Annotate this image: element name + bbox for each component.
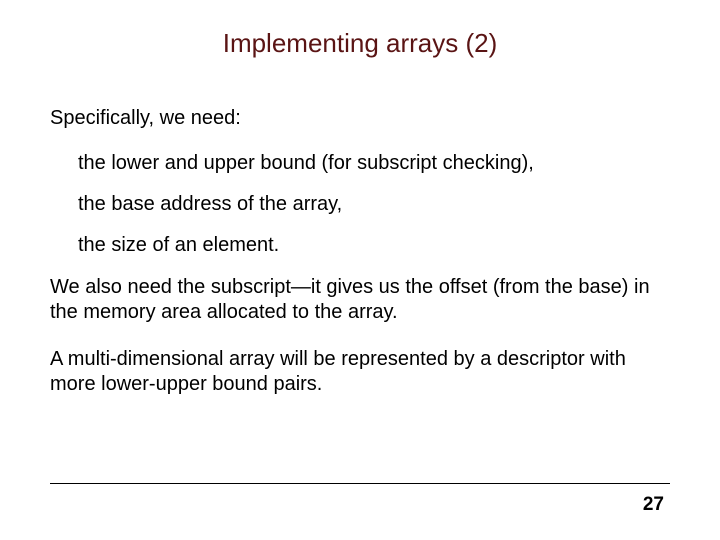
page-number: 27 bbox=[643, 494, 664, 516]
paragraph: A multi-dimensional array will be repres… bbox=[50, 347, 670, 397]
intro-text: Specifically, we need: bbox=[50, 107, 670, 130]
bullet-item: the size of an element. bbox=[78, 234, 670, 257]
bullet-item: the base address of the array, bbox=[78, 193, 670, 216]
slide-title: Implementing arrays (2) bbox=[50, 28, 670, 59]
bullet-item: the lower and upper bound (for subscript… bbox=[78, 152, 670, 175]
slide: Implementing arrays (2) Specifically, we… bbox=[0, 0, 720, 540]
footer-divider bbox=[50, 483, 670, 484]
paragraph: We also need the subscript—it gives us t… bbox=[50, 275, 670, 325]
